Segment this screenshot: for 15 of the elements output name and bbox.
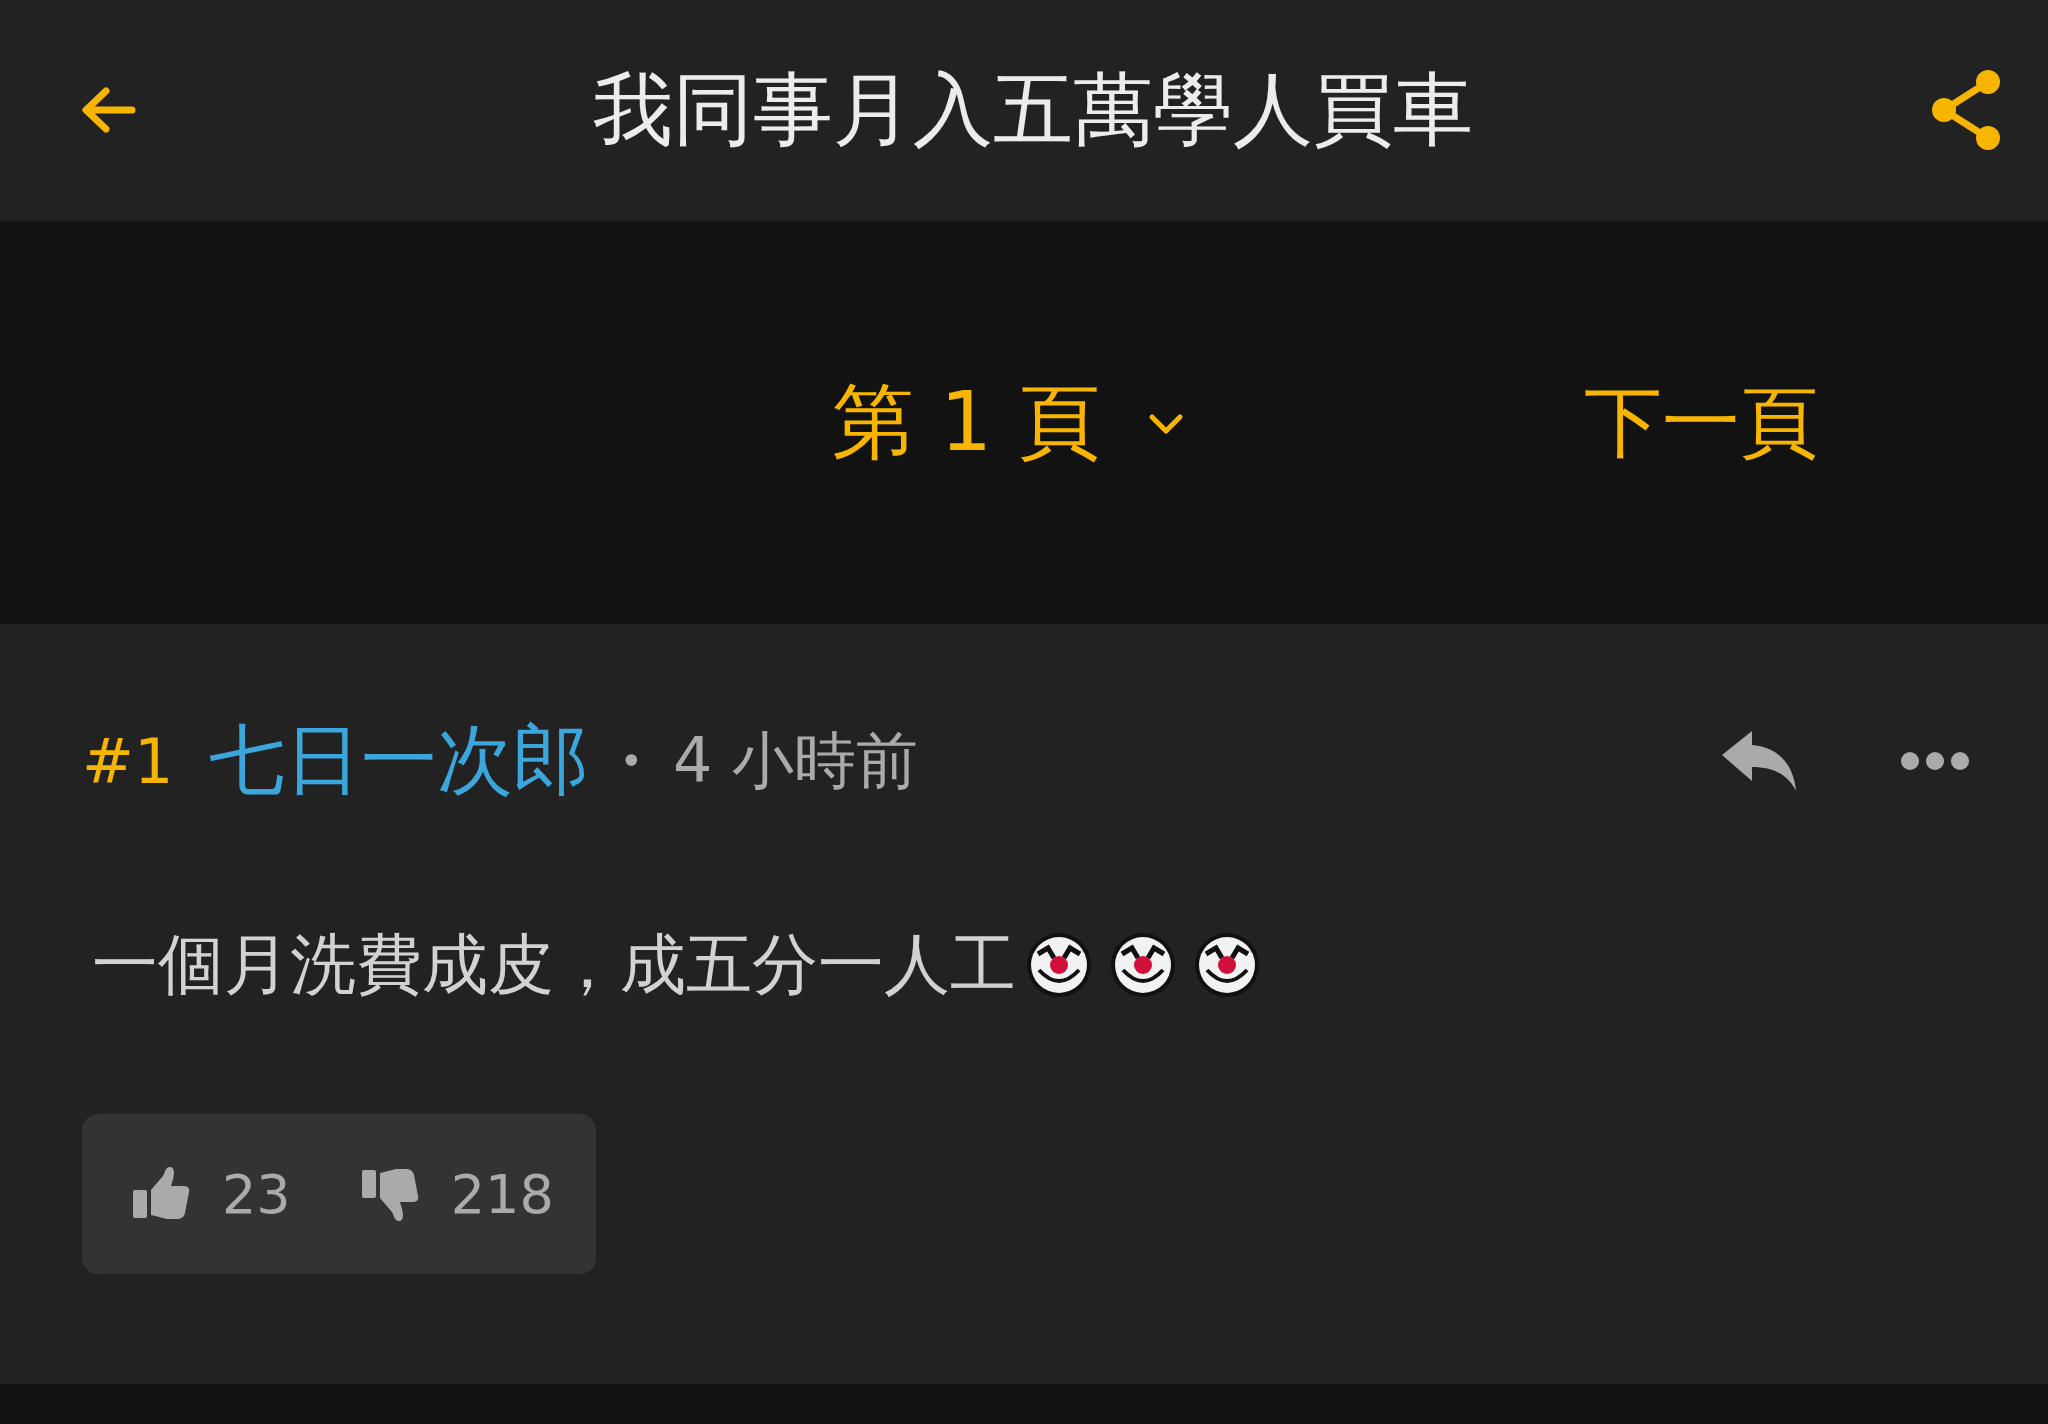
like-button[interactable]: 23 — [132, 1162, 291, 1226]
post-number: #1 — [82, 724, 174, 798]
dislike-button[interactable]: 218 — [360, 1162, 554, 1226]
clown-face-icon — [1108, 930, 1178, 1000]
post-text: 一個月洗費成皮，成五分一人工 — [92, 925, 1016, 1005]
page-title: 我同事月入五萬學人買車 — [593, 62, 1473, 158]
more-dots-icon — [1900, 751, 1970, 771]
clown-face-icon — [1024, 930, 1094, 1000]
post-time: 4 小時前 — [673, 723, 919, 799]
next-page-link[interactable]: 下一頁 — [1584, 370, 1819, 476]
separator-dot: • — [619, 738, 643, 784]
more-options-button[interactable] — [1900, 751, 1970, 771]
author-name[interactable]: 七日一次郎 — [209, 709, 590, 813]
page-dropdown[interactable]: 第 1 頁 — [832, 368, 1187, 478]
clown-face-icon — [1192, 930, 1262, 1000]
